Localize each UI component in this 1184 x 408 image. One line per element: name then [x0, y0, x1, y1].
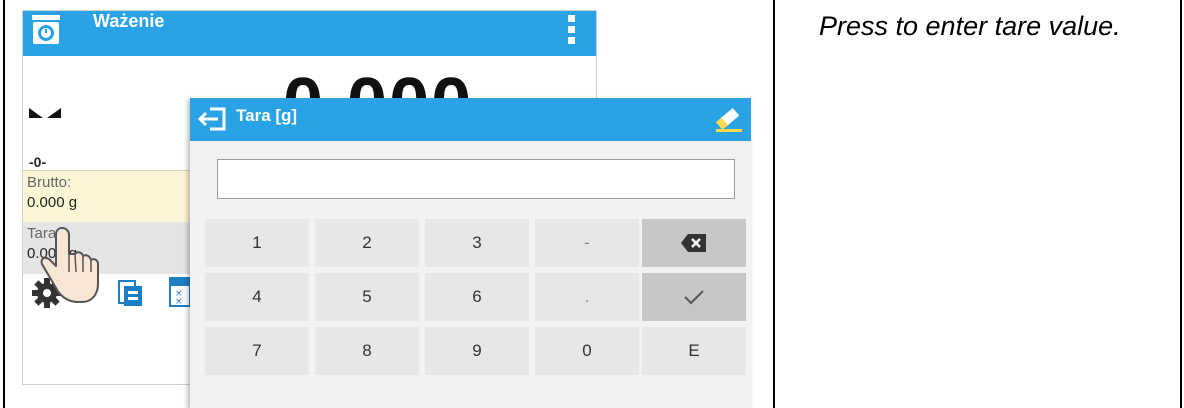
key-0[interactable]: 0: [535, 327, 639, 375]
weighing-icon[interactable]: [115, 277, 145, 309]
app-title: Ważenie: [93, 11, 165, 31]
key-1[interactable]: 1: [205, 219, 309, 267]
tare-dialog: Tara [g] 1 2 3 - 4 5 6 . 7 8 9 0 E: [190, 98, 751, 408]
hand-pointer-icon: [40, 227, 99, 303]
brutto-value: 0.000 g: [27, 194, 78, 211]
key-9[interactable]: 9: [425, 327, 529, 375]
app-header: Ważenie: [23, 11, 596, 56]
tare-input[interactable]: [217, 159, 735, 199]
svg-text:×: ×: [175, 297, 183, 307]
key-7[interactable]: 7: [205, 327, 309, 375]
menu-dots-icon[interactable]: [568, 15, 576, 53]
backspace-button[interactable]: [642, 219, 746, 267]
key-dot[interactable]: .: [535, 273, 639, 321]
key-2[interactable]: 2: [315, 219, 419, 267]
checkmark-icon: [684, 290, 704, 305]
key-8[interactable]: 8: [315, 327, 419, 375]
key-5[interactable]: 5: [315, 273, 419, 321]
key-3[interactable]: 3: [425, 219, 529, 267]
key-minus[interactable]: -: [535, 219, 639, 267]
brutto-box: Brutto: 0.000 g: [23, 170, 191, 222]
backspace-icon: [681, 234, 706, 252]
confirm-button[interactable]: [642, 273, 746, 321]
eraser-icon[interactable]: [715, 107, 743, 133]
back-icon[interactable]: [196, 105, 228, 133]
key-6[interactable]: 6: [425, 273, 529, 321]
key-exponent[interactable]: E: [642, 327, 746, 375]
key-4[interactable]: 4: [205, 273, 309, 321]
dialog-title: Tara [g]: [236, 106, 298, 125]
brutto-label: Brutto:: [27, 174, 72, 191]
stability-icon: [29, 108, 61, 118]
zero-indicator: -0-: [29, 154, 47, 170]
dialog-header: Tara [g]: [190, 98, 751, 141]
column-divider: [773, 0, 775, 408]
calculator-icon[interactable]: × ×: [169, 277, 191, 307]
scale-icon[interactable]: [31, 13, 61, 45]
instruction-caption: Press to enter tare value.: [819, 11, 1121, 41]
